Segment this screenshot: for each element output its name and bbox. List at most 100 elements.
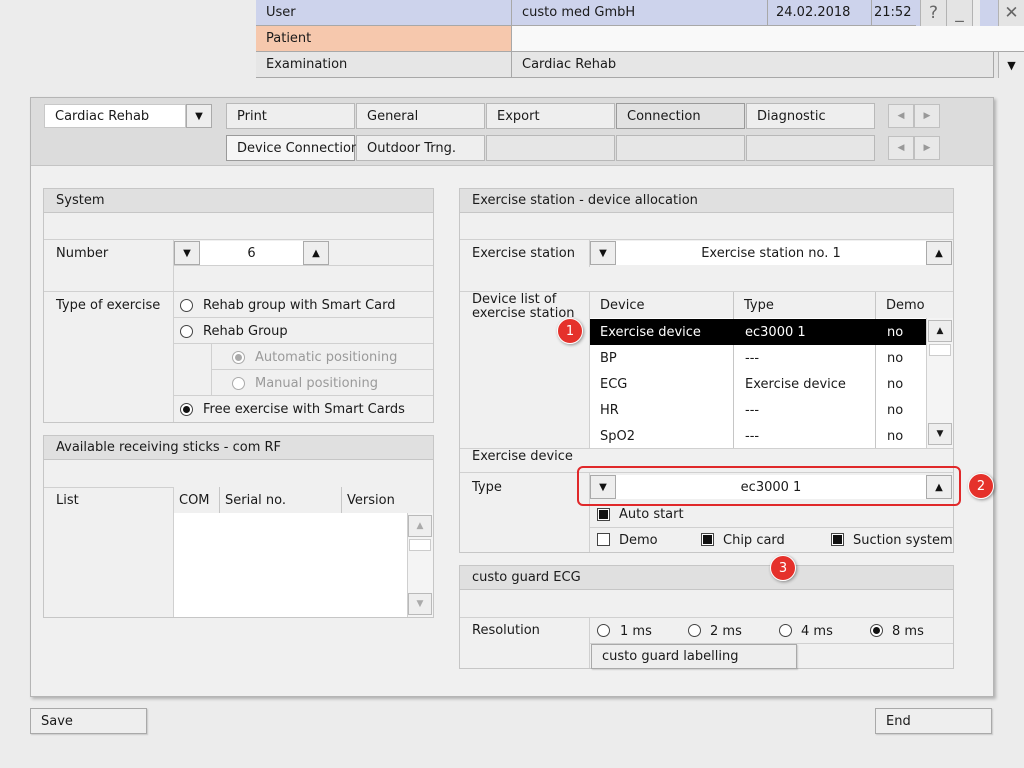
device-type-label: Type <box>472 480 502 495</box>
column-version: Version <box>342 487 433 513</box>
minimize-button[interactable]: _ <box>946 0 972 26</box>
exercise-type-radio[interactable] <box>180 299 193 312</box>
triangle-right-icon: ▶ <box>923 111 931 121</box>
chip-card-label: Chip card <box>723 533 785 548</box>
station-value: Exercise station no. 1 <box>701 245 841 261</box>
divider <box>174 317 433 318</box>
triangle-down-icon: ▼ <box>1007 58 1016 72</box>
tabs-next-button[interactable]: ▶ <box>914 104 940 128</box>
number-decrement-button[interactable]: ▼ <box>174 241 200 265</box>
annotation-marker-3: 3 <box>770 555 796 581</box>
device-row[interactable]: HR --- no <box>590 397 926 423</box>
scroll-up-button[interactable]: ▲ <box>928 320 952 342</box>
option-automatic-positioning: Automatic positioning <box>255 350 398 365</box>
divider <box>174 343 433 344</box>
exercise-type-radio[interactable] <box>180 403 193 416</box>
column-type: Type <box>734 292 876 318</box>
custo-guard-title: custo guard ECG <box>460 566 953 590</box>
annotation-marker-1: 1 <box>557 318 583 344</box>
tab-device-connection[interactable]: Device Connection <box>226 135 359 161</box>
resolution-radio[interactable] <box>779 624 792 637</box>
tab-label: General <box>367 108 419 124</box>
scroll-down-button[interactable]: ▼ <box>928 423 952 445</box>
option-rehab-group-smart-card: Rehab group with Smart Card <box>203 298 396 313</box>
device-type: ec3000 1 <box>745 324 806 340</box>
device-list-scrollbar[interactable]: ▲ ▼ <box>926 318 953 448</box>
tab-outdoor-training[interactable]: Outdoor Trng. <box>356 135 485 161</box>
device-name: HR <box>600 402 619 418</box>
custo-guard-labelling-button[interactable]: custo guard labelling <box>591 644 797 669</box>
suction-system-checkbox[interactable] <box>831 533 844 546</box>
patient-label: Patient <box>256 26 512 52</box>
window-spacer <box>972 0 980 26</box>
tab-connection[interactable]: Connection <box>616 103 745 129</box>
module-dropdown-button[interactable]: ▼ <box>186 104 212 128</box>
device-row[interactable]: SpO2 --- no <box>590 423 926 448</box>
triangle-down-icon: ▼ <box>936 429 944 439</box>
help-icon: ? <box>928 3 939 23</box>
help-button[interactable]: ? <box>920 0 946 26</box>
chip-card-checkbox[interactable] <box>701 533 714 546</box>
demo-checkbox[interactable] <box>597 533 610 546</box>
scroll-thumb[interactable] <box>409 539 431 551</box>
column-demo: Demo <box>876 292 953 318</box>
number-label: Number <box>56 246 109 261</box>
station-prev-button[interactable]: ▼ <box>590 241 616 265</box>
examination-dropdown[interactable]: ▼ <box>998 52 1024 78</box>
examination-value[interactable]: Cardiac Rehab <box>512 52 994 78</box>
demo-label: Demo <box>619 533 658 548</box>
resolution-2ms: 2 ms <box>710 624 742 639</box>
number-increment-button[interactable]: ▲ <box>303 241 329 265</box>
tab-diagnostic[interactable]: Diagnostic <box>746 103 875 129</box>
triangle-left-icon: ◀ <box>897 111 905 121</box>
tab-export[interactable]: Export <box>486 103 615 129</box>
sticks-list[interactable] <box>174 513 407 617</box>
button-label: custo guard labelling <box>602 649 739 664</box>
user-label: User <box>256 0 512 26</box>
module-select[interactable]: Cardiac Rehab <box>44 104 186 128</box>
device-row[interactable]: BP --- no <box>590 345 926 371</box>
station-next-button[interactable]: ▲ <box>926 241 952 265</box>
divider <box>212 369 433 370</box>
resolution-radio[interactable] <box>688 624 701 637</box>
device-row[interactable]: Exercise device ec3000 1 no <box>590 319 926 345</box>
resolution-label: Resolution <box>472 623 540 638</box>
device-name: ECG <box>600 376 628 392</box>
tab-general[interactable]: General <box>356 103 485 129</box>
number-field[interactable]: 6 <box>200 241 303 265</box>
resolution-radio[interactable] <box>597 624 610 637</box>
option-free-exercise: Free exercise with Smart Cards <box>203 402 405 417</box>
scroll-down-button[interactable]: ▼ <box>408 593 432 615</box>
scroll-up-button[interactable]: ▲ <box>408 515 432 537</box>
exercise-type-radio[interactable] <box>180 325 193 338</box>
device-type: --- <box>745 428 760 444</box>
divider <box>174 395 433 396</box>
patient-bar[interactable]: Patient <box>256 26 1024 52</box>
triangle-up-icon: ▲ <box>935 247 943 259</box>
subtabs-prev-button[interactable]: ◀ <box>888 136 914 160</box>
close-button[interactable]: ✕ <box>998 0 1024 26</box>
minimize-icon: _ <box>955 3 964 23</box>
device-row[interactable]: ECG Exercise device no <box>590 371 926 397</box>
sticks-scrollbar[interactable]: ▲ ▼ <box>407 513 433 617</box>
tab-print[interactable]: Print <box>226 103 355 129</box>
device-name: SpO2 <box>600 428 636 444</box>
patient-value[interactable] <box>512 26 1024 52</box>
subtabs-next-button[interactable]: ▶ <box>914 136 940 160</box>
station-field[interactable]: Exercise station no. 1 <box>616 241 926 265</box>
resolution-1ms: 1 ms <box>620 624 652 639</box>
tabs-prev-button[interactable]: ◀ <box>888 104 914 128</box>
option-manual-positioning: Manual positioning <box>255 376 378 391</box>
auto-start-checkbox[interactable] <box>597 508 610 521</box>
triangle-down-icon: ▼ <box>599 247 607 259</box>
divider <box>44 239 433 240</box>
triangle-right-icon: ▶ <box>923 143 931 153</box>
auto-start-label: Auto start <box>619 507 684 522</box>
device-name: Exercise device <box>600 324 701 340</box>
triangle-down-icon: ▼ <box>416 599 424 609</box>
tab-empty <box>486 135 615 161</box>
scroll-thumb[interactable] <box>929 344 951 356</box>
end-button[interactable]: End <box>875 708 992 734</box>
save-button[interactable]: Save <box>30 708 147 734</box>
resolution-radio[interactable] <box>870 624 883 637</box>
